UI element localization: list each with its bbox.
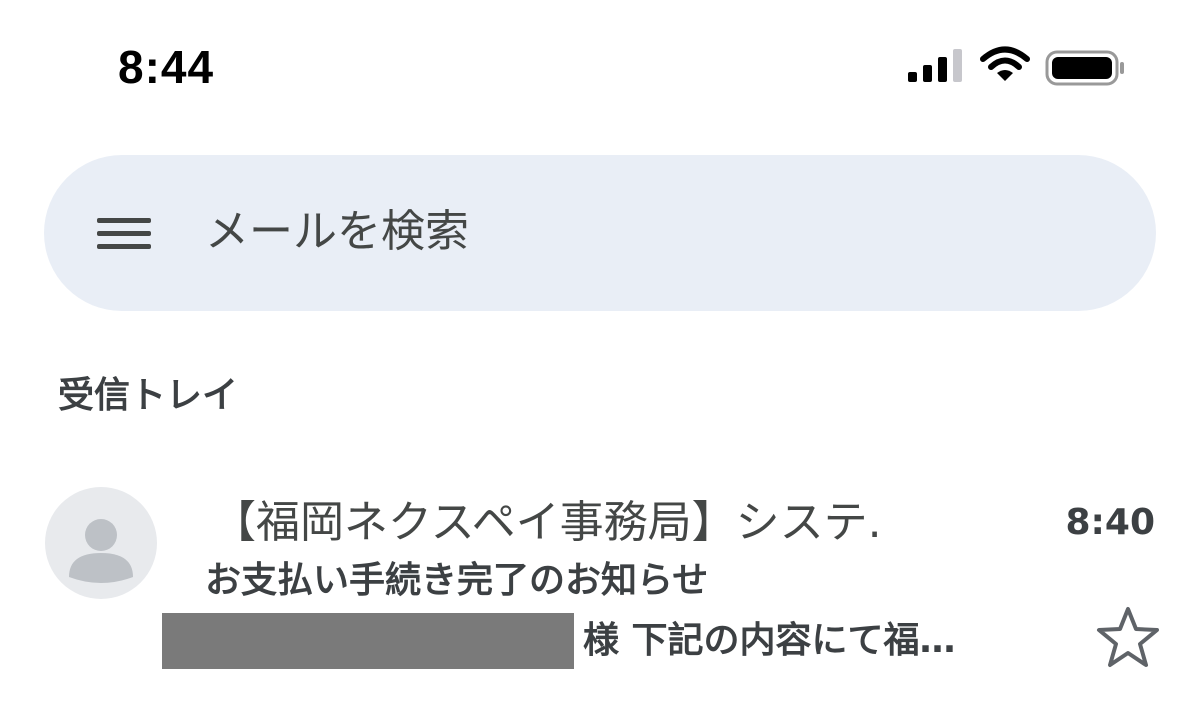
cellular-signal-icon [908, 49, 962, 82]
inbox-label: 受信トレイ [58, 375, 239, 416]
status-clock: 8:44 [118, 41, 215, 93]
wifi-icon [980, 46, 1030, 81]
redacted-block [162, 613, 574, 669]
email-snippet: 様 下記の内容にて福… [583, 620, 956, 661]
star-outline-icon[interactable] [1095, 605, 1161, 669]
email-subject: お支払い手続き完了のお知らせ [205, 560, 709, 601]
email-sender: 【福岡ネクスペイ事務局】システ. [212, 497, 882, 548]
search-input[interactable]: メールを検索 [205, 204, 469, 260]
battery-icon [1045, 50, 1124, 86]
email-list-item[interactable]: 【福岡ネクスペイ事務局】システ. 8:40 お支払い手続き完了のお知らせ 様 下… [0, 470, 1200, 685]
status-bar: 8:44 [0, 0, 1200, 130]
default-person-avatar-icon [45, 487, 157, 599]
email-time: 8:40 [1065, 502, 1155, 543]
hamburger-menu-icon[interactable] [97, 216, 151, 252]
